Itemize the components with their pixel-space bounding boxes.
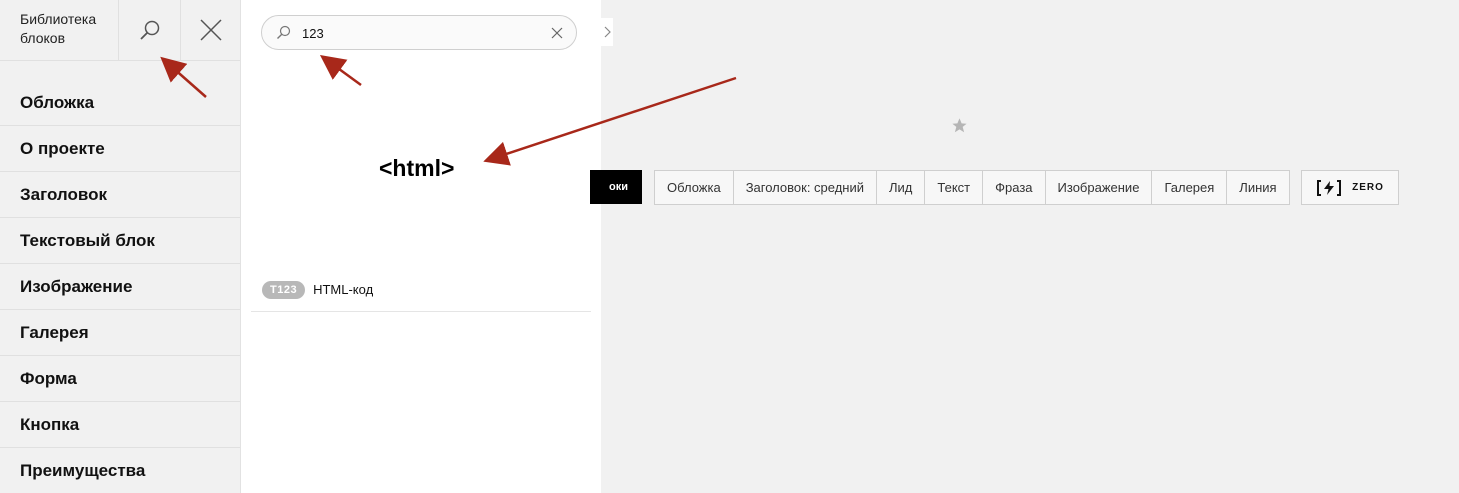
quick-block-bar: Обложка Заголовок: средний Лид Текст Фра… xyxy=(654,170,1290,205)
sidebar-item-text-block[interactable]: Текстовый блок xyxy=(0,218,240,264)
block-preview-code: <html> xyxy=(379,155,455,181)
search-button[interactable] xyxy=(118,0,180,60)
close-button[interactable] xyxy=(180,0,241,60)
quick-block-line[interactable]: Линия xyxy=(1227,171,1288,204)
block-name: HTML-код xyxy=(313,282,374,297)
search-result-item[interactable]: T123 HTML-код xyxy=(251,268,591,312)
block-id-badge: T123 xyxy=(262,280,306,299)
sidebar-item-form[interactable]: Форма xyxy=(0,356,240,402)
collapse-panel-button[interactable] xyxy=(601,18,613,46)
chevron-right-icon xyxy=(604,26,611,38)
block-library-sidebar: Библиотека блоков Обложка О проекте Заго… xyxy=(0,0,241,493)
search-box xyxy=(261,15,577,50)
quick-block-image[interactable]: Изображение xyxy=(1046,171,1153,204)
quick-block-heading-medium[interactable]: Заголовок: средний xyxy=(734,171,878,204)
sidebar-item-image[interactable]: Изображение xyxy=(0,264,240,310)
zero-block-icon xyxy=(1317,179,1342,196)
sidebar-header: Библиотека блоков xyxy=(0,0,240,61)
all-blocks-button[interactable]: оки xyxy=(590,170,642,204)
search-input[interactable] xyxy=(302,22,542,44)
search-icon xyxy=(277,25,291,39)
quick-block-phrase[interactable]: Фраза xyxy=(983,171,1046,204)
search-panel: <html> T123 HTML-код xyxy=(241,0,601,493)
sidebar-item-heading[interactable]: Заголовок xyxy=(0,172,240,218)
quick-block-gallery[interactable]: Галерея xyxy=(1152,171,1228,204)
quick-block-cover[interactable]: Обложка xyxy=(655,171,734,204)
zero-block-button[interactable]: ZERO xyxy=(1301,170,1399,205)
zero-block-label: ZERO xyxy=(1352,182,1384,193)
sidebar-item-features[interactable]: Преимущества xyxy=(0,448,240,493)
star-icon xyxy=(952,118,967,133)
search-icon xyxy=(139,20,159,40)
clear-icon[interactable] xyxy=(551,27,563,39)
quick-block-text[interactable]: Текст xyxy=(925,171,984,204)
sidebar-item-about[interactable]: О проекте xyxy=(0,126,240,172)
quick-block-lead[interactable]: Лид xyxy=(877,171,926,204)
category-list: Обложка О проекте Заголовок Текстовый бл… xyxy=(0,61,240,493)
sidebar-item-button[interactable]: Кнопка xyxy=(0,402,240,448)
sidebar-item-gallery[interactable]: Галерея xyxy=(0,310,240,356)
close-icon xyxy=(200,19,222,41)
block-preview-thumbnail[interactable]: <html> xyxy=(251,62,591,267)
sidebar-title: Библиотека блоков xyxy=(20,11,97,46)
sidebar-item-cover[interactable]: Обложка xyxy=(0,61,240,126)
